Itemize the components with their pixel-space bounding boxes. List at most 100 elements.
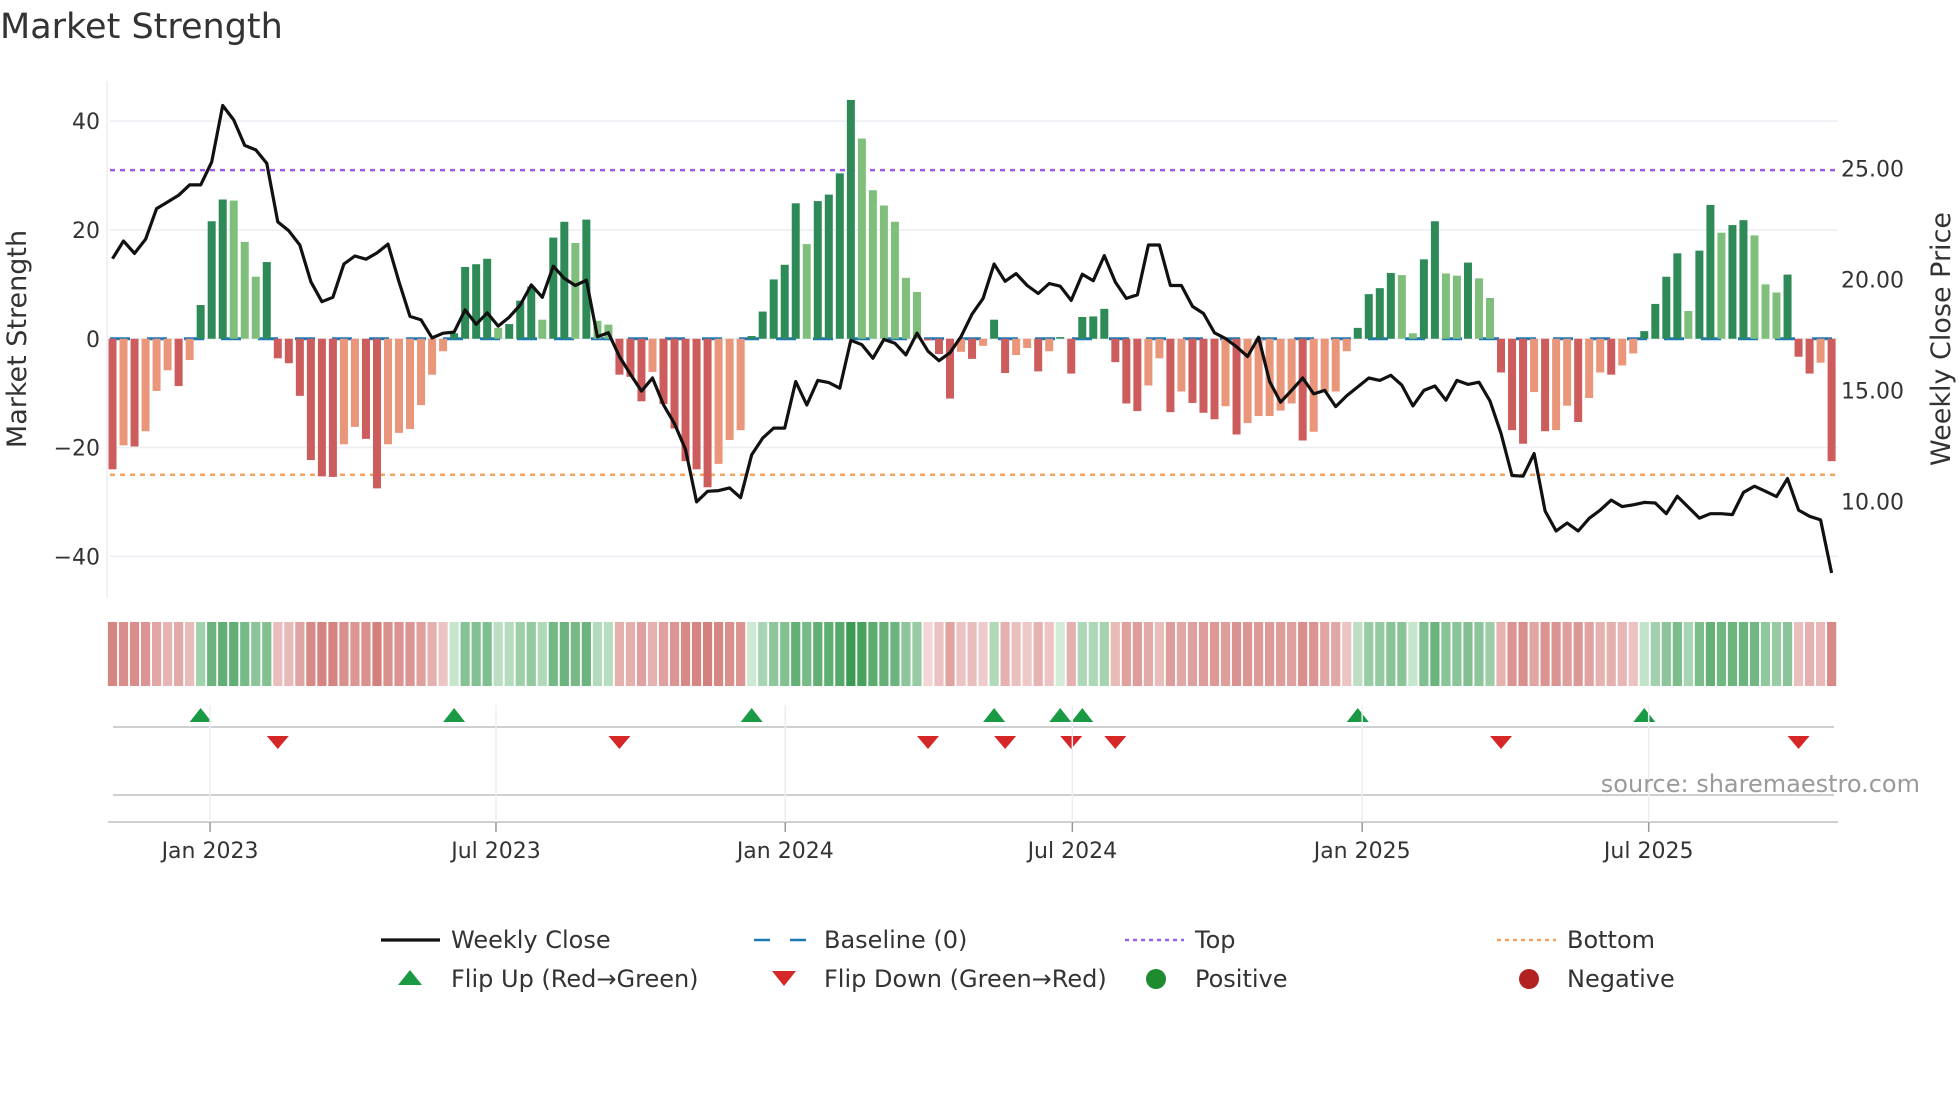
legend-item-flip-down-green-red: Flip Down (Green→Red): [772, 965, 1107, 993]
strength-bar: [1122, 338, 1131, 404]
heat-cell: [405, 622, 415, 686]
heat-cell: [1749, 622, 1760, 686]
strength-bars: [108, 99, 1836, 489]
strength-bar: [1045, 338, 1054, 352]
heat-cell: [328, 622, 338, 686]
strength-bar: [1353, 327, 1362, 339]
flip-down-marker: [1490, 736, 1513, 749]
strength-bar: [846, 99, 855, 339]
heat-cell: [691, 622, 702, 686]
x-tick-label: Jul 2025: [1602, 839, 1694, 864]
heat-cell: [515, 622, 525, 686]
strength-bar: [758, 311, 767, 339]
strength-bar: [835, 173, 844, 339]
strength-bar: [1574, 338, 1583, 422]
strength-bar: [1463, 262, 1472, 339]
strength-bar: [185, 338, 194, 360]
heat-cell: [1716, 622, 1727, 686]
strength-bar: [1563, 338, 1572, 406]
y-tick-label: −40: [54, 545, 100, 570]
legend-label: Flip Up (Red→Green): [451, 965, 699, 993]
heat-cell: [107, 622, 118, 686]
heat-cell: [1088, 622, 1098, 686]
heat-cell: [1419, 622, 1429, 686]
legend-label: Weekly Close: [451, 926, 611, 954]
flip-up-marker: [740, 708, 763, 722]
heat-cell: [1121, 622, 1131, 686]
heat-cell: [174, 622, 184, 686]
flip-up-marker: [1049, 708, 1072, 722]
strength-bar: [229, 200, 238, 339]
heat-cell: [934, 622, 944, 686]
heat-cell: [548, 622, 558, 686]
strength-bar: [923, 338, 932, 341]
heat-cell: [581, 622, 591, 686]
strength-bar: [1684, 311, 1693, 339]
strength-bar: [251, 276, 260, 339]
flip-up-marker: [1071, 708, 1094, 722]
y-axis-label: Market Strength: [2, 230, 33, 448]
heat-cell: [702, 622, 713, 686]
heat-cell: [284, 622, 294, 686]
heat-cell: [394, 622, 404, 686]
heat-cell: [129, 622, 140, 686]
strength-bar: [461, 266, 470, 339]
strength-bar: [780, 264, 789, 339]
heat-cell: [118, 622, 129, 686]
strength-bar: [1805, 338, 1814, 374]
strength-bar: [472, 264, 481, 339]
heat-cell: [350, 622, 360, 686]
flip-up-marker: [1346, 708, 1369, 722]
heat-cell: [1187, 622, 1198, 686]
heat-cell: [824, 622, 834, 686]
strength-bar: [1034, 338, 1043, 372]
legend-label: Top: [1194, 926, 1236, 954]
heat-cell: [978, 622, 988, 686]
strength-bar: [328, 338, 337, 477]
strength-bar: [648, 338, 657, 372]
strength-bar: [736, 338, 745, 431]
strength-bar: [295, 338, 304, 396]
heat-cell: [736, 622, 746, 686]
strength-bar: [1012, 338, 1021, 356]
heat-cell: [1540, 622, 1550, 686]
strength-bar: [692, 338, 701, 470]
strength-bar: [1585, 338, 1594, 399]
heat-cell: [1198, 622, 1209, 686]
heat-cell: [890, 622, 900, 686]
heat-cell: [714, 622, 724, 686]
heat-cell: [416, 622, 426, 686]
strength-bar: [1508, 338, 1517, 431]
strength-bar: [428, 338, 437, 375]
strength-bar: [1320, 338, 1329, 393]
strength-bar: [174, 338, 183, 387]
heat-cell: [1176, 622, 1187, 686]
heat-cell: [1353, 622, 1363, 686]
flip-up-marker: [189, 708, 212, 722]
strength-bar: [1386, 272, 1395, 339]
strength-bar: [350, 338, 359, 427]
heat-cell: [1309, 622, 1319, 686]
strength-bar: [108, 338, 117, 470]
heat-cell: [1055, 622, 1065, 686]
strength-bar: [306, 338, 315, 461]
strength-bar: [802, 244, 811, 339]
heat-cell: [262, 622, 272, 686]
strength-bar: [384, 338, 392, 445]
heat-cell: [361, 622, 371, 686]
strength-bar: [141, 338, 150, 432]
heat-cell: [1287, 622, 1297, 686]
flip-down-marker: [266, 736, 289, 749]
heat-cell: [1496, 622, 1506, 686]
strength-bar: [1607, 338, 1616, 375]
strength-bar: [1155, 338, 1164, 359]
x-tick-label: Jan 2025: [1312, 839, 1411, 864]
heat-cell: [658, 622, 669, 686]
heat-cell: [438, 622, 448, 686]
strength-bar: [538, 319, 547, 339]
heat-cell: [1231, 622, 1242, 686]
strength-bar: [207, 221, 216, 339]
strength-bar: [1474, 278, 1483, 339]
flip-down-marker: [608, 736, 631, 749]
x-axis: Jan 2023 Jul 2023 Jan 2024 Jul 2024 Jan 2025…: [108, 705, 1838, 864]
